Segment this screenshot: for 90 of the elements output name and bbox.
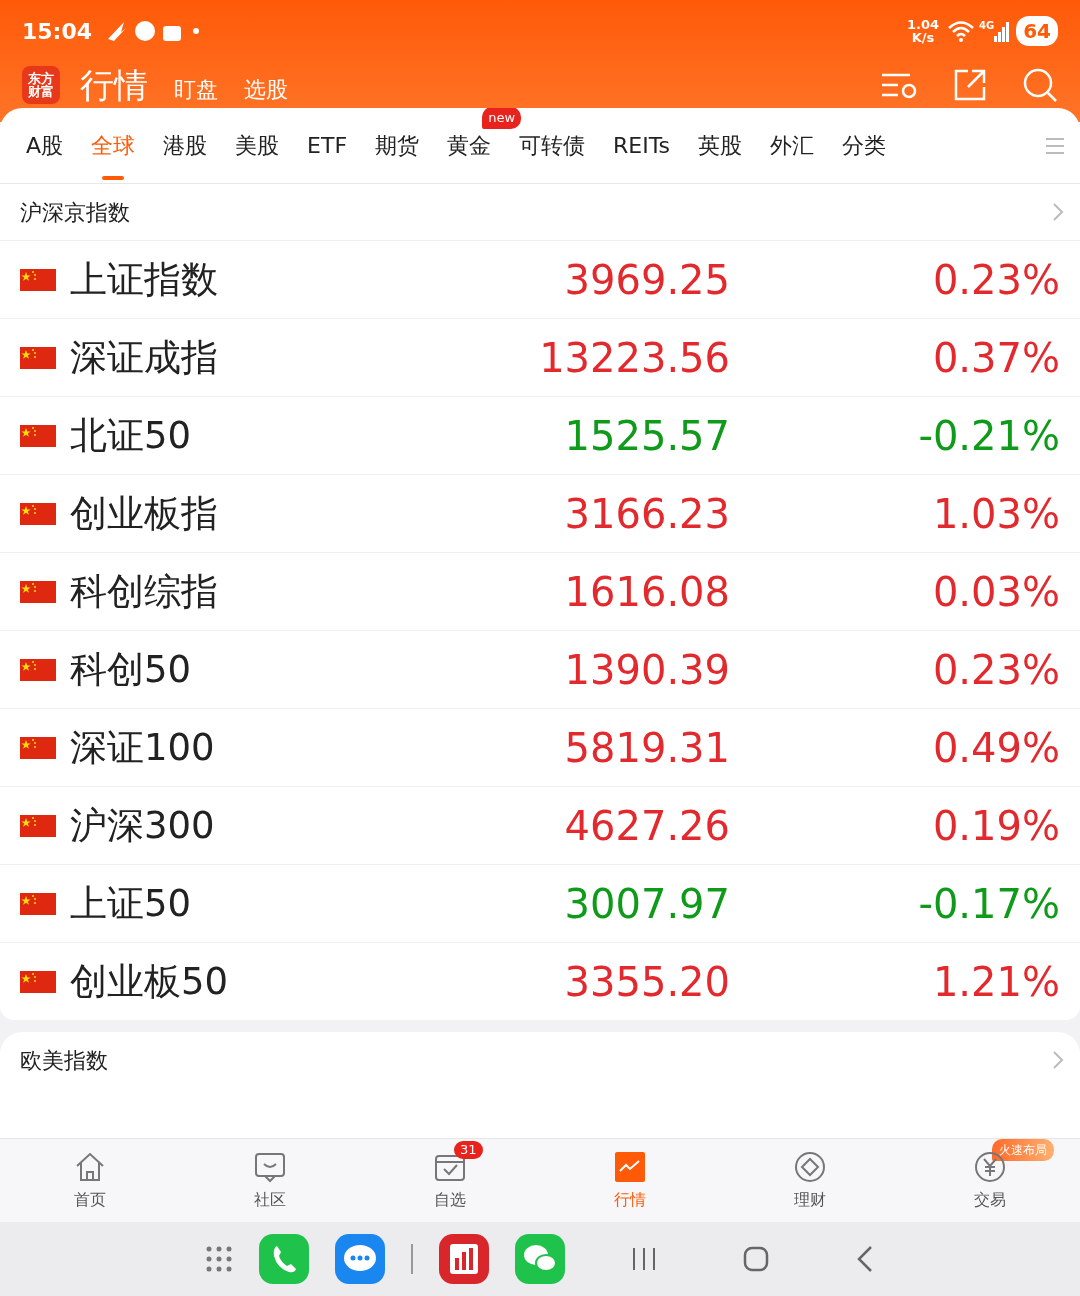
nav-tab[interactable]: 社区 [180, 1139, 360, 1222]
tab[interactable]: 英股 [684, 121, 756, 170]
section-title: 沪深京指数 [20, 198, 130, 227]
flag-icon [20, 424, 56, 447]
finance-app-icon[interactable] [439, 1234, 489, 1284]
count-badge: 31 [454, 1141, 483, 1160]
index-price: 5819.31 [563, 723, 730, 773]
index-change: -0.21% [917, 411, 1060, 461]
flag-icon [20, 658, 56, 681]
index-price: 3007.97 [563, 879, 730, 929]
index-name: 科创50 [70, 646, 193, 693]
index-name: 创业板50 [70, 958, 230, 1005]
recent-apps-icon[interactable] [631, 1246, 657, 1272]
phone-app-icon[interactable] [259, 1234, 309, 1284]
index-name: 沪深300 [70, 802, 216, 849]
index-change: 0.03% [931, 567, 1060, 617]
index-price: 1616.08 [563, 567, 730, 617]
dot-icon [192, 27, 201, 35]
share-icon[interactable] [952, 67, 988, 103]
tab[interactable]: 港股 [149, 121, 222, 170]
index-name: 深证成指 [70, 334, 219, 381]
index-name: 深证100 [70, 724, 216, 771]
app-grid-icon[interactable] [205, 1245, 233, 1273]
index-name: 上证50 [70, 880, 193, 927]
nav-label: 首页 [74, 1188, 106, 1211]
index-change: 0.37% [931, 333, 1060, 383]
page-title: 行情 [80, 63, 148, 107]
index-price: 1390.39 [563, 645, 730, 695]
back-icon[interactable] [855, 1245, 875, 1273]
wechat-app-icon[interactable] [515, 1234, 565, 1284]
flag-icon [20, 502, 56, 525]
nav-tab[interactable]: 自选 31 [360, 1139, 540, 1222]
index-price: 3969.25 [563, 255, 730, 305]
chevron-right-icon[interactable] [1052, 1050, 1064, 1070]
index-name: 上证指数 [70, 256, 219, 303]
nav-label: 交易 [974, 1188, 1006, 1211]
flag-icon [20, 268, 56, 291]
chart-icon [613, 1149, 647, 1184]
tab[interactable]: ETF [293, 121, 362, 170]
chevron-right-icon[interactable] [1052, 202, 1064, 222]
section-title: 欧美指数 [20, 1046, 108, 1075]
wifi-icon [947, 19, 975, 43]
nav-label: 自选 [434, 1188, 466, 1211]
tab[interactable]: REITs [599, 121, 684, 170]
battery-indicator: 64 [1016, 16, 1058, 46]
index-price: 13223.56 [538, 333, 730, 383]
time-text: 15:04 [22, 17, 93, 46]
nav-label: 行情 [614, 1188, 646, 1211]
search-icon[interactable] [1022, 67, 1058, 103]
network-text: 4G [979, 19, 995, 33]
menu-icon[interactable] [1044, 135, 1066, 156]
messages-app-icon[interactable] [335, 1234, 385, 1284]
signal-icon [994, 20, 1011, 42]
nav-tab[interactable]: 理财 [720, 1139, 900, 1222]
flag-icon [20, 970, 56, 993]
index-price: 1525.57 [563, 411, 730, 461]
index-price: 4627.26 [563, 801, 730, 851]
flag-icon [20, 580, 56, 603]
index-change: -0.17% [917, 879, 1060, 929]
nav-label: 理财 [794, 1188, 826, 1211]
index-name: 科创综指 [70, 568, 219, 615]
index-name: 创业板指 [70, 490, 219, 537]
index-price: 3355.20 [563, 957, 730, 1007]
index-change: 1.21% [931, 957, 1060, 1007]
home-button-icon[interactable] [743, 1246, 769, 1272]
nav-tab[interactable]: 首页 [0, 1139, 180, 1222]
nav-label: 社区 [254, 1188, 286, 1211]
speed-unit: K/s [911, 31, 935, 44]
promo-tag: 火速布局 [992, 1139, 1054, 1161]
tab[interactable]: A股 [12, 121, 78, 170]
index-change: 0.49% [931, 723, 1060, 773]
index-change: 0.19% [931, 801, 1060, 851]
flag-icon [20, 814, 56, 837]
divider-mark [411, 1244, 413, 1274]
flag-icon [20, 736, 56, 759]
speed-text: 1.04 [906, 18, 939, 31]
index-price: 3166.23 [563, 489, 730, 539]
app-logo: 东方 财富 [22, 66, 60, 104]
index-change: 1.03% [931, 489, 1060, 539]
tab[interactable]: 外汇 [756, 121, 828, 170]
tab[interactable]: 分类 [828, 121, 900, 170]
new-badge: new [482, 108, 522, 129]
tab[interactable]: 美股 [221, 121, 294, 170]
tab[interactable]: 期货 [361, 121, 434, 170]
tab-underline [102, 176, 125, 180]
index-change: 0.23% [931, 255, 1060, 305]
index-name: 北证50 [70, 412, 193, 459]
index-change: 0.23% [931, 645, 1060, 695]
flag-icon [20, 892, 56, 915]
flag-icon [20, 346, 56, 369]
